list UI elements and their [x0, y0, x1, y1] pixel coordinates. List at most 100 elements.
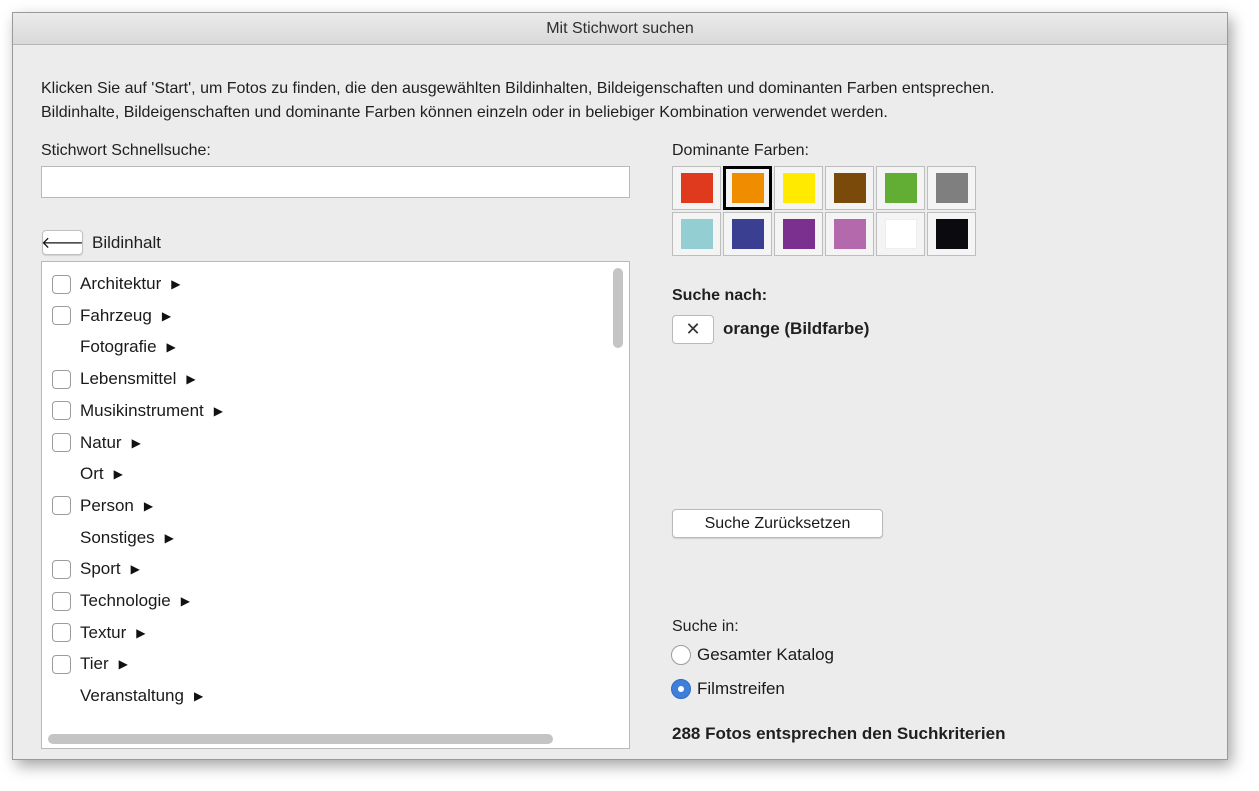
close-icon: ✕ — [685, 319, 701, 339]
search-scope-option[interactable]: Gesamter Katalog — [671, 645, 834, 665]
list-item[interactable]: Tier ▶ — [52, 650, 128, 678]
search-scope-option[interactable]: Filmstreifen — [671, 679, 785, 699]
color-swatch[interactable] — [723, 166, 772, 210]
color-swatch[interactable] — [672, 166, 721, 210]
color-swatch-fill — [680, 219, 713, 249]
list-item[interactable]: Architektur ▶ — [52, 270, 180, 298]
category-checkbox[interactable] — [52, 496, 71, 516]
horizontal-scrollbar[interactable] — [48, 734, 553, 744]
color-swatch-fill — [884, 173, 917, 203]
quick-search-label: Stichwort Schnellsuche: — [41, 142, 211, 159]
content-category-list[interactable]: Architektur ▶ Fahrzeug ▶ Fotografie ▶ Lebensmi… — [41, 261, 630, 749]
category-checkbox[interactable] — [52, 274, 71, 294]
list-item[interactable]: Sport ▶ — [52, 555, 140, 583]
expand-arrow-icon[interactable]: ▶ — [162, 309, 171, 323]
color-swatch-fill — [935, 219, 968, 249]
category-checkbox[interactable] — [52, 433, 71, 452]
category-checkbox[interactable] — [52, 369, 71, 389]
quick-search-input[interactable] — [41, 166, 630, 198]
category-checkbox[interactable] — [52, 559, 71, 579]
list-item[interactable]: Ort ▶ — [52, 460, 123, 488]
expand-arrow-icon[interactable]: ▶ — [171, 277, 180, 291]
back-button[interactable]: 🡐 — [41, 230, 84, 255]
list-item[interactable]: Fahrzeug ▶ — [52, 302, 171, 330]
color-swatch-fill — [731, 219, 764, 249]
category-label: Fotografie — [80, 337, 157, 357]
radio-button[interactable] — [671, 679, 691, 699]
list-item[interactable]: Fotografie ▶ — [52, 333, 176, 361]
search-criterion: orange (Bildfarbe) — [723, 319, 870, 338]
expand-arrow-icon[interactable]: ▶ — [136, 626, 145, 640]
expand-arrow-icon[interactable]: ▶ — [119, 657, 128, 671]
expand-arrow-icon[interactable]: ▶ — [165, 531, 174, 545]
category-label: Fahrzeug — [80, 305, 152, 325]
expand-arrow-icon[interactable]: ▶ — [194, 689, 203, 703]
reset-search-button[interactable]: Suche Zurücksetzen — [672, 509, 883, 538]
color-swatch[interactable] — [723, 212, 772, 256]
category-checkbox[interactable] — [52, 654, 71, 674]
category-checkbox[interactable] — [52, 623, 71, 643]
vertical-scrollbar[interactable] — [613, 268, 623, 348]
color-swatch-fill — [884, 219, 917, 249]
instructions-line-2: Bildinhalte, Bildeigenschaften und domin… — [41, 104, 888, 121]
color-swatch[interactable] — [876, 212, 925, 256]
remove-criterion-button[interactable]: ✕ — [672, 315, 714, 344]
color-swatch[interactable] — [672, 212, 721, 256]
arrow-left-icon: 🡐 — [41, 235, 84, 252]
category-label: Natur — [80, 432, 122, 452]
list-item[interactable]: Musikinstrument ▶ — [52, 397, 223, 425]
color-swatch[interactable] — [825, 212, 874, 256]
search-in-label: Suche in: — [672, 618, 739, 635]
color-swatch-fill — [935, 173, 968, 203]
color-swatch-grid — [672, 166, 976, 256]
expand-arrow-icon[interactable]: ▶ — [186, 372, 195, 386]
category-label: Musikinstrument — [80, 400, 204, 420]
instructions: Klicken Sie auf 'Start', um Fotos zu fin… — [41, 77, 1221, 125]
category-label: Ort — [80, 464, 104, 484]
color-swatch[interactable] — [927, 212, 976, 256]
window-title: Mit Stichwort suchen — [13, 13, 1227, 45]
category-label: Tier — [80, 654, 109, 674]
list-item[interactable]: Textur ▶ — [52, 619, 146, 647]
category-label: Person — [80, 495, 134, 515]
color-swatch-fill — [731, 173, 764, 203]
radio-label: Gesamter Katalog — [697, 645, 835, 664]
instructions-line-1: Klicken Sie auf 'Start', um Fotos zu fin… — [41, 80, 995, 97]
category-label: Veranstaltung — [80, 686, 184, 706]
color-swatch-fill — [782, 173, 815, 203]
dominant-colors-label: Dominante Farben: — [672, 142, 809, 159]
color-swatch[interactable] — [774, 166, 823, 210]
list-item[interactable]: Person ▶ — [52, 492, 153, 520]
color-swatch[interactable] — [927, 166, 976, 210]
color-swatch[interactable] — [876, 166, 925, 210]
category-label: Technologie — [80, 591, 171, 610]
category-checkbox[interactable] — [52, 306, 71, 326]
list-item[interactable]: Natur ▶ — [52, 429, 141, 457]
list-item[interactable]: Sonstiges ▶ — [52, 524, 174, 552]
color-swatch-fill — [782, 219, 815, 249]
category-checkbox[interactable] — [52, 591, 71, 611]
list-item[interactable]: Lebensmittel ▶ — [52, 365, 196, 393]
expand-arrow-icon[interactable]: ▶ — [131, 562, 140, 576]
category-label: Lebensmittel — [80, 369, 177, 389]
category-checkbox[interactable] — [52, 401, 71, 421]
category-label: Sonstiges — [80, 527, 155, 547]
color-swatch[interactable] — [774, 212, 823, 256]
list-item[interactable]: Veranstaltung ▶ — [52, 682, 203, 710]
radio-button[interactable] — [671, 645, 691, 665]
category-label: Textur — [80, 622, 127, 642]
expand-arrow-icon[interactable]: ▶ — [144, 499, 153, 513]
search-for-label: Suche nach: — [672, 287, 768, 304]
result-count: 288 Fotos entsprechen den Suchkriterien — [672, 724, 1006, 743]
color-swatch-fill — [680, 173, 713, 203]
expand-arrow-icon[interactable]: ▶ — [132, 436, 141, 450]
list-item[interactable]: Technologie ▶ — [52, 587, 190, 615]
expand-arrow-icon[interactable]: ▶ — [114, 467, 123, 481]
color-swatch[interactable] — [825, 166, 874, 210]
category-label: Architektur — [80, 274, 162, 293]
expand-arrow-icon[interactable]: ▶ — [181, 594, 190, 608]
expand-arrow-icon[interactable]: ▶ — [167, 340, 176, 354]
category-heading: Bildinhalt — [92, 233, 161, 252]
expand-arrow-icon[interactable]: ▶ — [214, 404, 223, 418]
color-swatch-fill — [833, 173, 866, 203]
